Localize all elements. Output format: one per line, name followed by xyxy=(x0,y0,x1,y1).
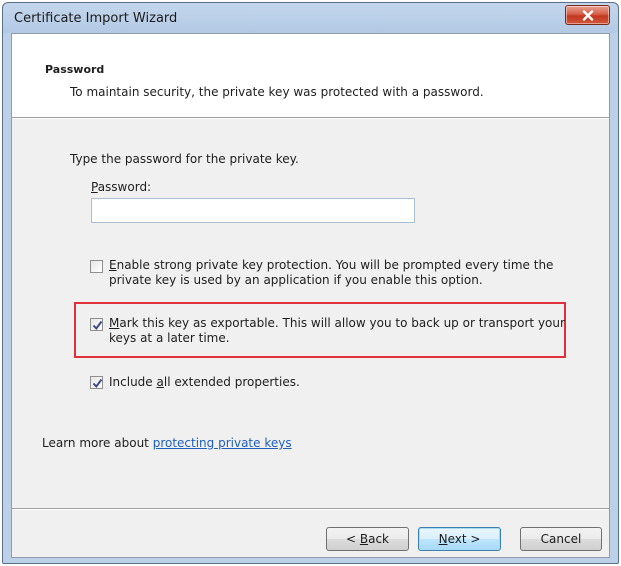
header-subtitle: To maintain security, the private key wa… xyxy=(70,85,484,99)
exportable-line1: ark this key as exportable. This will al… xyxy=(119,316,565,330)
header-divider xyxy=(12,117,609,119)
window-title: Certificate Import Wizard xyxy=(14,11,178,26)
learn-more-prefix: Learn more about xyxy=(42,436,153,450)
title-bar[interactable]: Certificate Import Wizard xyxy=(3,3,618,33)
back-button-mnemonic: B xyxy=(359,532,369,546)
close-icon xyxy=(582,9,594,21)
close-button[interactable] xyxy=(565,5,610,25)
cancel-button[interactable]: Cancel xyxy=(520,527,602,551)
extended-properties-checkbox[interactable] xyxy=(90,376,103,389)
learn-more-link[interactable]: protecting private keys xyxy=(153,436,292,450)
extended-properties-rest: ll extended properties. xyxy=(163,375,300,389)
strong-protection-line1: nable strong private key protection. You… xyxy=(116,258,554,272)
learn-more-text: Learn more about protecting private keys xyxy=(42,436,292,450)
wizard-header: Password To maintain security, the priva… xyxy=(12,34,609,117)
next-button-mnemonic: N xyxy=(438,532,448,546)
password-label-rest: assword: xyxy=(97,180,152,194)
extended-properties-pre: Include xyxy=(109,375,157,389)
header-title: Password xyxy=(45,63,105,76)
strong-protection-label[interactable]: Enable strong private key protection. Yo… xyxy=(109,258,553,288)
wizard-window: Certificate Import Wizard Password To ma… xyxy=(2,2,619,564)
exportable-line2: keys at a later time. xyxy=(109,331,230,345)
back-button-rest: ack xyxy=(368,532,389,546)
footer-divider xyxy=(12,508,609,510)
extended-properties-mnemonic: a xyxy=(156,375,164,389)
strong-protection-line2: private key is used by an application if… xyxy=(109,273,483,287)
back-button[interactable]: < Back xyxy=(326,527,409,551)
strong-protection-checkbox[interactable] xyxy=(90,260,103,273)
password-input[interactable] xyxy=(91,198,415,223)
password-prompt: Type the password for the private key. xyxy=(70,152,299,166)
exportable-checkbox[interactable] xyxy=(90,318,103,331)
password-label: Password: xyxy=(91,180,151,194)
back-button-pre: < xyxy=(345,532,360,546)
exportable-mnemonic: M xyxy=(109,316,120,330)
wizard-client-area: Password To maintain security, the priva… xyxy=(11,33,610,558)
password-label-mnemonic: P xyxy=(91,180,98,194)
extended-properties-label[interactable]: Include all extended properties. xyxy=(109,375,300,390)
next-button-rest: ext > xyxy=(447,532,481,546)
next-button[interactable]: Next > xyxy=(418,527,501,551)
exportable-label[interactable]: Mark this key as exportable. This will a… xyxy=(109,316,565,346)
strong-protection-mnemonic: E xyxy=(109,258,117,272)
